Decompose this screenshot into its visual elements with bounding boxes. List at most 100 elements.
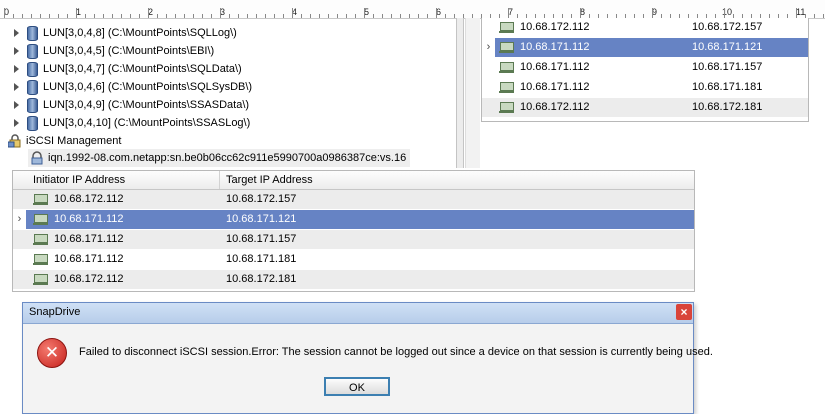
lun-label: LUN[3,0,4,10] (C:\MountPoints\SSASLog\)	[43, 117, 251, 129]
lun-label: LUN[3,0,4,7] (C:\MountPoints\SQLData\)	[43, 63, 242, 75]
ruler-tick	[436, 8, 437, 18]
initiator-cell: 10.68.171.112	[33, 230, 124, 249]
tree-item-lun[interactable]: LUN[3,0,4,10] (C:\MountPoints\SSASLog\)	[14, 114, 250, 132]
network-host-icon	[33, 213, 48, 225]
tree-item-lun[interactable]: LUN[3,0,4,5] (C:\MountPoints\EBI\)	[14, 42, 214, 60]
close-icon[interactable]: ×	[676, 304, 692, 320]
row-selector-icon[interactable]: ›	[482, 38, 495, 57]
expand-arrow-icon[interactable]	[14, 47, 19, 56]
network-host-icon	[499, 81, 514, 93]
tree-item-iscsi-management[interactable]: iSCSI Management	[7, 132, 122, 150]
table-row[interactable]: 10.68.172.112 10.68.172.181	[13, 270, 694, 289]
initiator-cell: 10.68.171.112	[499, 78, 590, 97]
row-selector[interactable]	[482, 18, 495, 37]
table-row[interactable]: 10.68.171.112 10.68.171.181	[13, 250, 694, 269]
initiator-cell: 10.68.171.112	[33, 250, 124, 269]
network-host-icon	[33, 233, 48, 245]
disk-icon	[27, 97, 38, 113]
row-selector-icon[interactable]: ›	[13, 210, 26, 229]
ruler-number: 11	[796, 7, 806, 17]
target-cell: 10.68.171.157	[226, 233, 297, 245]
iqn-label: iqn.1992-08.com.netapp:sn.be0b06cc62c911…	[48, 152, 407, 164]
target-cell: 10.68.171.181	[226, 253, 297, 265]
row-selector[interactable]	[482, 58, 495, 77]
disk-icon	[27, 25, 38, 41]
ruler: 0 1 2 3 4 5 6 7 8 9 10 11	[0, 0, 825, 19]
table-row[interactable]: 10.68.172.112 10.68.172.157	[13, 190, 694, 209]
initiator-cell: 10.68.172.112	[33, 270, 124, 289]
tree-item-lun[interactable]: LUN[3,0,4,9] (C:\MountPoints\SSASData\)	[14, 96, 249, 114]
expand-arrow-icon[interactable]	[14, 119, 19, 128]
ruler-tick	[76, 8, 77, 18]
ruler-tick	[4, 8, 5, 18]
target-cell: 10.68.171.121	[226, 213, 297, 225]
row-selector[interactable]	[13, 270, 26, 289]
column-header-initiator[interactable]: Initiator IP Address	[27, 171, 220, 189]
session-grid-top: 10.68.172.112 10.68.172.157 › 10.68.171.…	[481, 18, 809, 122]
disk-icon	[27, 61, 38, 77]
session-grid: Initiator IP Address Target IP Address 1…	[12, 170, 695, 292]
row-selector[interactable]	[13, 190, 26, 209]
table-row[interactable]: › 10.68.171.112 10.68.171.121	[482, 38, 808, 57]
ruler-tick	[823, 14, 824, 18]
row-selector[interactable]	[482, 98, 495, 117]
iscsi-management-label: iSCSI Management	[26, 135, 122, 147]
expand-arrow-icon[interactable]	[14, 65, 19, 74]
network-host-icon	[499, 41, 514, 53]
expand-arrow-icon[interactable]	[14, 101, 19, 110]
error-dialog: SnapDrive × ✕ Failed to disconnect iSCSI…	[22, 302, 713, 414]
network-host-icon	[499, 61, 514, 73]
ruler-tick	[292, 8, 293, 18]
table-row[interactable]: 10.68.171.112 10.68.171.157	[482, 58, 808, 77]
tree-item-iqn[interactable]: iqn.1992-08.com.netapp:sn.be0b06cc62c911…	[28, 149, 411, 167]
pane-splitter[interactable]	[456, 18, 464, 168]
ruler-tick	[724, 8, 725, 18]
expand-arrow-icon[interactable]	[14, 29, 19, 38]
ok-button[interactable]: OK	[324, 377, 390, 396]
iqn-icon	[30, 151, 44, 165]
ruler-tick	[148, 8, 149, 18]
ruler-tick	[364, 8, 365, 18]
network-host-icon	[33, 253, 48, 265]
network-host-icon	[33, 193, 48, 205]
tree-item-lun[interactable]: LUN[3,0,4,8] (C:\MountPoints\SQLLog\)	[14, 24, 237, 42]
target-cell: 10.68.171.157	[692, 61, 763, 73]
target-cell: 10.68.172.157	[692, 21, 763, 33]
column-header-target[interactable]: Target IP Address	[220, 171, 694, 189]
target-cell: 10.68.171.181	[692, 81, 763, 93]
table-row[interactable]: 10.68.171.112 10.68.171.157	[13, 230, 694, 249]
network-host-icon	[33, 273, 48, 285]
target-cell: 10.68.171.121	[692, 41, 763, 53]
table-row[interactable]: › 10.68.171.112 10.68.171.121	[13, 210, 694, 229]
expand-arrow-icon[interactable]	[14, 83, 19, 92]
table-row[interactable]: 10.68.172.112 10.68.172.157	[482, 18, 808, 37]
iscsi-icon	[7, 134, 22, 148]
network-host-icon	[499, 21, 514, 33]
dialog-title-bar[interactable]: SnapDrive ×	[23, 303, 693, 324]
table-row[interactable]: 10.68.172.112 10.68.172.181	[482, 98, 808, 117]
disk-icon	[27, 43, 38, 59]
vertical-scrollbar[interactable]	[465, 18, 480, 168]
target-cell: 10.68.172.181	[226, 273, 297, 285]
row-selector[interactable]	[13, 230, 26, 249]
initiator-cell: 10.68.171.112	[499, 58, 590, 77]
row-selector[interactable]	[13, 250, 26, 269]
ruler-tick	[508, 8, 509, 18]
disk-icon	[27, 115, 38, 131]
ruler-tick	[652, 8, 653, 18]
table-row[interactable]: 10.68.171.112 10.68.171.181	[482, 78, 808, 97]
tree-item-lun[interactable]: LUN[3,0,4,7] (C:\MountPoints\SQLData\)	[14, 60, 242, 78]
lun-label: LUN[3,0,4,5] (C:\MountPoints\EBI\)	[43, 45, 215, 57]
network-host-icon	[499, 101, 514, 113]
target-cell: 10.68.172.157	[226, 193, 297, 205]
lun-label: LUN[3,0,4,9] (C:\MountPoints\SSASData\)	[43, 99, 250, 111]
disk-icon	[27, 79, 38, 95]
initiator-cell: 10.68.172.112	[499, 98, 590, 117]
ruler-tick	[220, 8, 221, 18]
initiator-cell: 10.68.171.112	[33, 210, 124, 229]
lun-label: LUN[3,0,4,6] (C:\MountPoints\SQLSysDB\)	[43, 81, 253, 93]
row-selector[interactable]	[482, 78, 495, 97]
ruler-tick	[796, 8, 797, 18]
ruler-tick	[580, 8, 581, 18]
tree-item-lun[interactable]: LUN[3,0,4,6] (C:\MountPoints\SQLSysDB\)	[14, 78, 252, 96]
